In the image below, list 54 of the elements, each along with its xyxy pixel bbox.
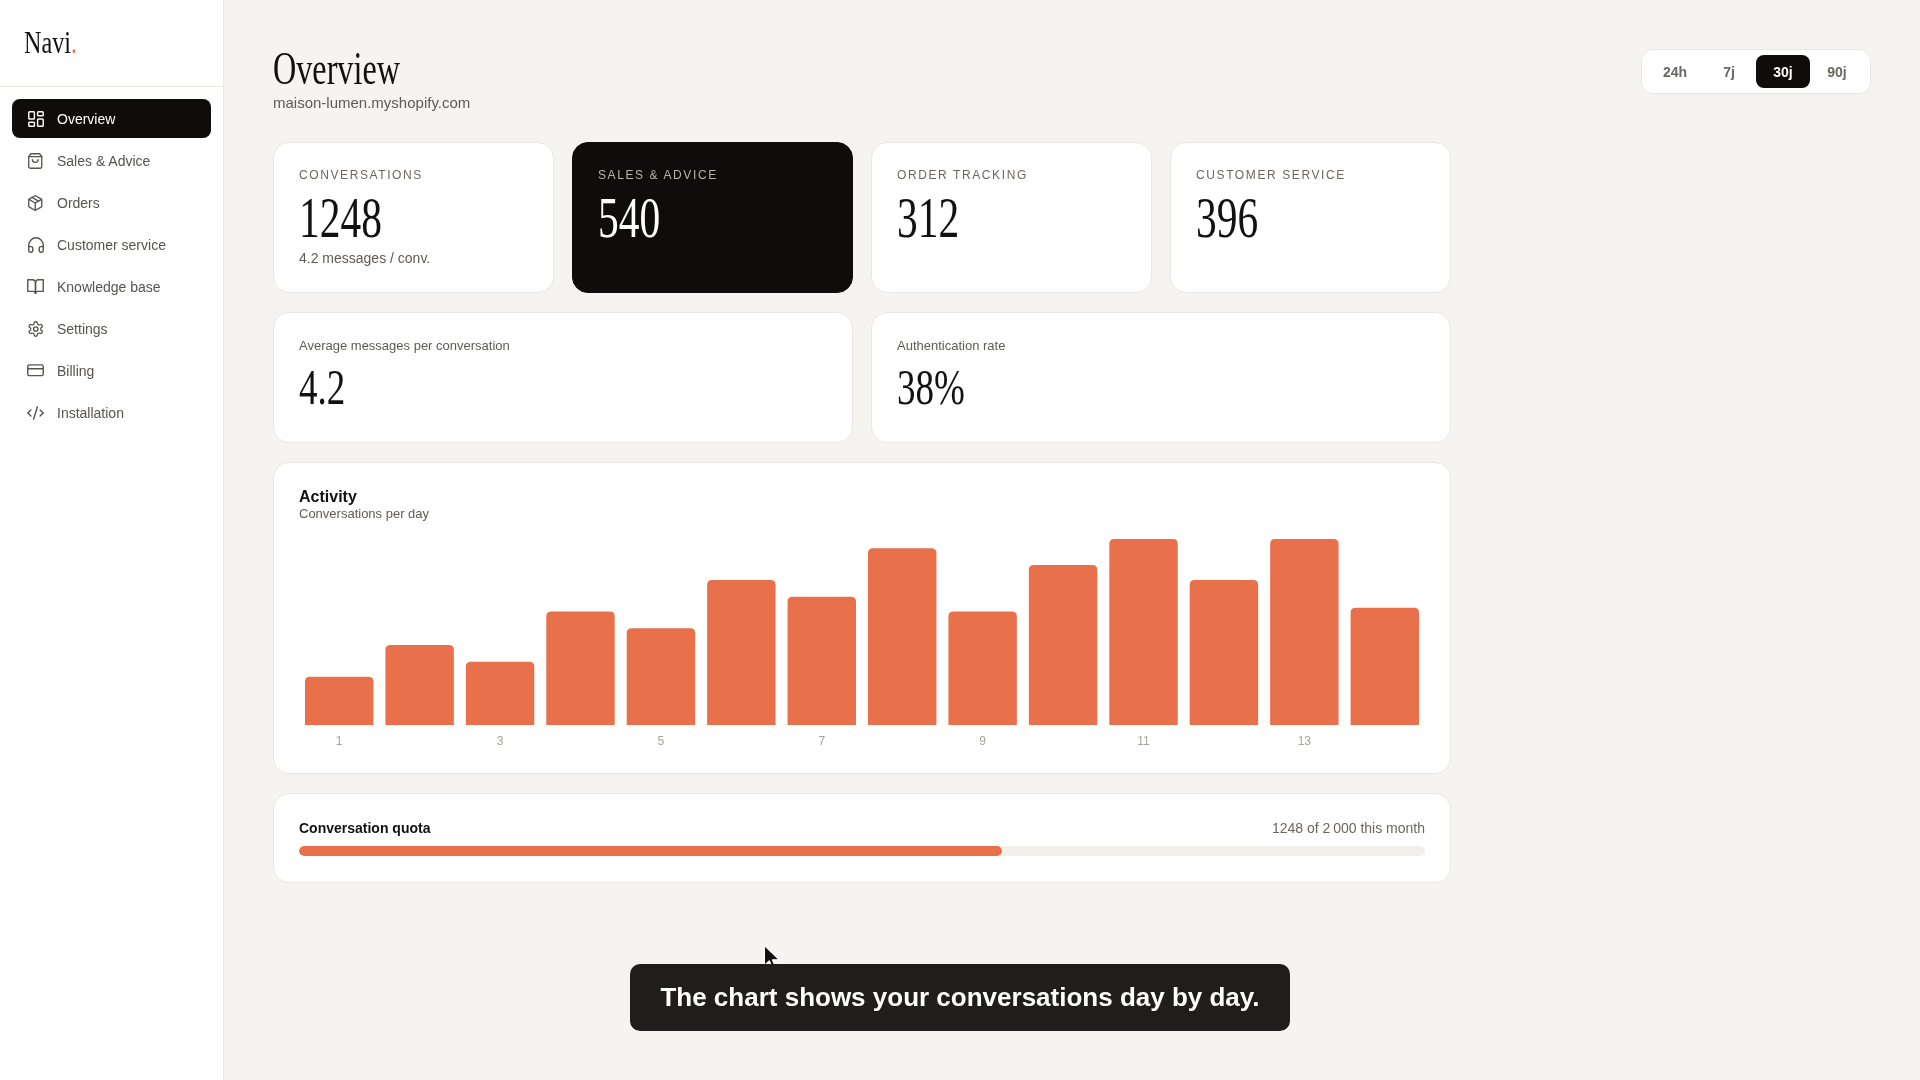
stat-label: ORDER TRACKING [897, 167, 1029, 183]
period-tab[interactable]: 7j [1702, 55, 1756, 88]
stat-value: 312 [897, 190, 960, 246]
card-subtitle: Conversations per day [299, 506, 431, 522]
stat-card[interactable]: CUSTOMER SERVICE 396 [1170, 142, 1451, 293]
axis-label: 5 [657, 734, 665, 748]
stat-card[interactable]: SALES & ADVICE 540 [572, 142, 853, 293]
nav-item[interactable]: Billing [12, 351, 211, 390]
axis-label: 1 [335, 734, 343, 748]
credit-card-icon [27, 364, 44, 377]
axis-label: 9 [979, 734, 986, 748]
stat-card[interactable]: CONVERSATIONS 1248 4.2 messages / conv. [273, 142, 554, 293]
chart-bar [465, 661, 535, 725]
nav-item[interactable]: Orders [12, 183, 211, 222]
period-tab[interactable]: 90j [1810, 55, 1864, 88]
nav-item[interactable]: Sales & Advice [12, 141, 211, 180]
nav-item[interactable]: Settings [12, 309, 211, 348]
stat-value: 540 [598, 190, 661, 246]
card-title: Activity [299, 488, 358, 506]
nav-item[interactable]: Overview [12, 99, 211, 138]
headphones-icon [27, 236, 44, 253]
stat-label: SALES & ADVICE [598, 167, 719, 183]
caption: The chart shows your conversations day by day. [630, 964, 1290, 1031]
chart-bar [305, 676, 374, 725]
period-tab[interactable]: 24h [1648, 55, 1702, 88]
store-url: maison-lumen.myshopify.com [273, 93, 471, 113]
nav-item[interactable]: Knowledge base [12, 267, 211, 306]
metric-value: 38% [897, 362, 965, 412]
logo: Navi. [24, 27, 78, 59]
book-icon [27, 278, 44, 295]
period-tab[interactable]: 30j [1756, 55, 1810, 88]
stat-note: 4.2 messages / conv. [299, 249, 432, 267]
stat-label: CONVERSATIONS [299, 167, 424, 183]
metric-value: 4.2 [299, 362, 346, 412]
grid-icon [27, 110, 44, 127]
axis-label: 3 [496, 734, 504, 748]
stat-card[interactable]: ORDER TRACKING 312 [871, 142, 1152, 293]
card-title: Conversation quota [299, 819, 431, 837]
metric-label: Authentication rate [897, 338, 1007, 354]
quota-reading: 1248 of 2 000 this month [1271, 819, 1425, 837]
metric-label: Average messages per conversation [299, 338, 511, 354]
stat-value: 396 [1196, 190, 1259, 246]
axis-label: 7 [818, 734, 826, 748]
axis-label: 11 [1137, 734, 1150, 748]
code-icon [27, 405, 44, 420]
settings-icon [27, 320, 44, 337]
box-icon [28, 194, 43, 211]
axis-label: 13 [1297, 734, 1312, 748]
stat-label: CUSTOMER SERVICE [1196, 167, 1347, 183]
page-title: Overview [273, 45, 400, 93]
stat-value: 1248 [299, 190, 382, 246]
nav-item[interactable]: Installation [12, 393, 211, 432]
nav-item[interactable]: Customer service [12, 225, 211, 264]
shopping-bag-icon [28, 152, 43, 169]
